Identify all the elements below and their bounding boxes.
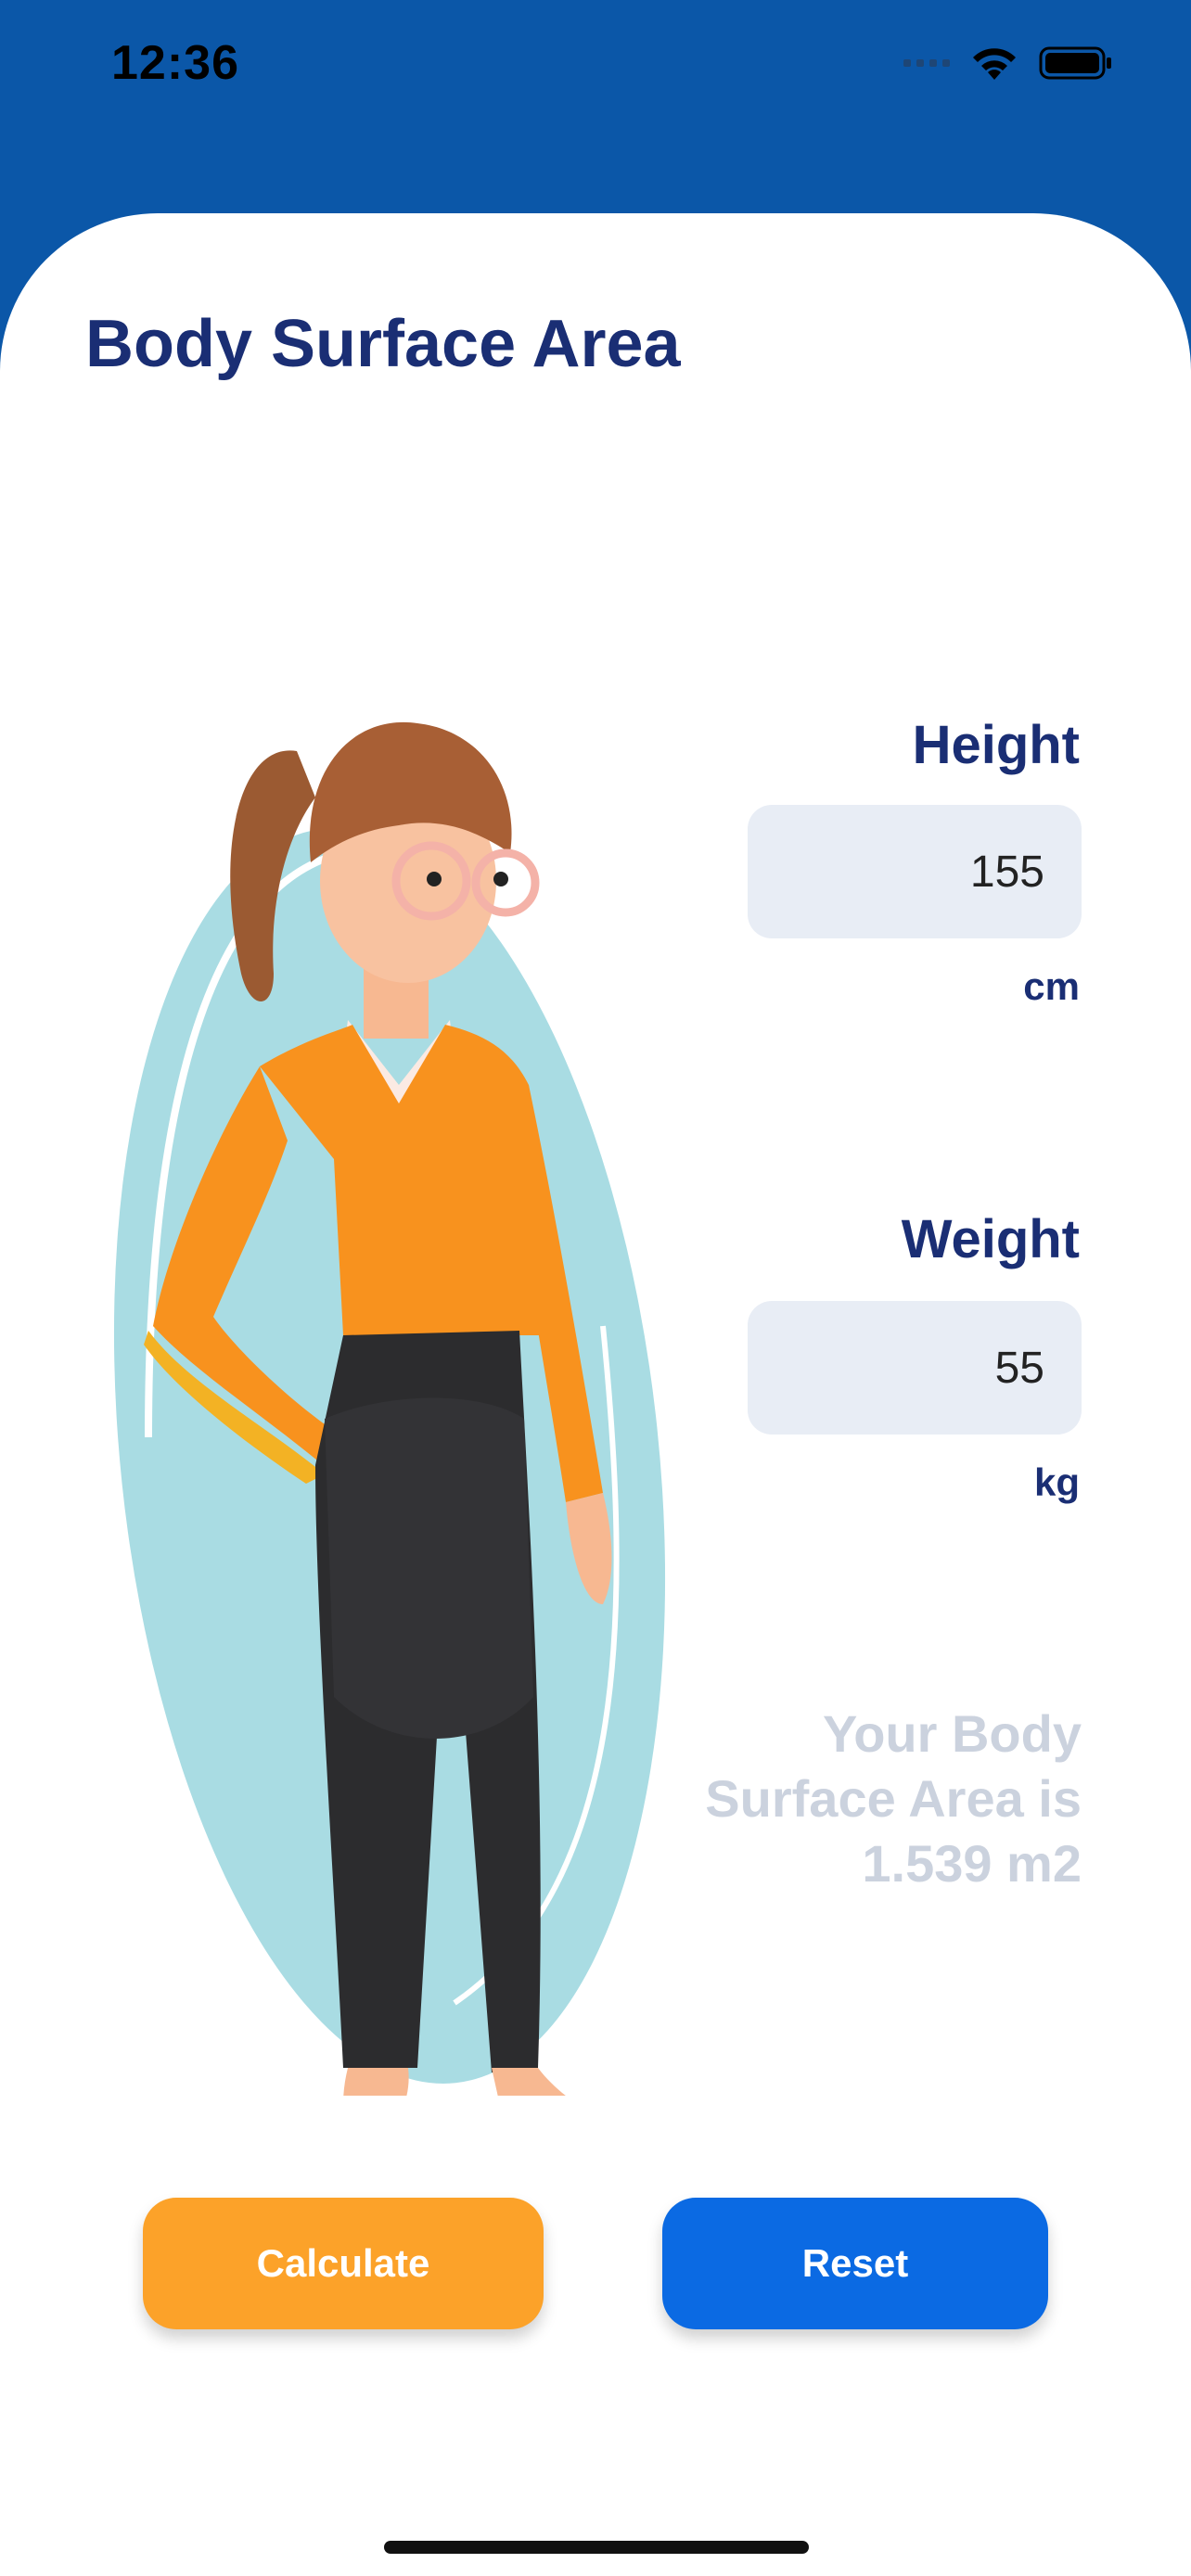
home-indicator [384, 2541, 809, 2554]
weight-label: Weight [901, 1209, 1080, 1269]
status-bar: 12:36 [0, 0, 1191, 139]
result-text: Your Body Surface Area is 1.539 m2 [705, 1704, 1082, 1893]
status-icons [903, 45, 1113, 82]
wifi-icon [970, 45, 1018, 82]
weight-input[interactable]: 55 [748, 1301, 1082, 1435]
reset-button[interactable]: Reset [662, 2198, 1048, 2329]
weight-unit: kg [1033, 1460, 1080, 1504]
woman-standing-illustration [111, 491, 686, 2162]
main-card: Body Surface Area Height 155 cm Weight 5… [0, 213, 1191, 2576]
height-input[interactable]: 155 [748, 805, 1082, 938]
status-time: 12:36 [111, 36, 239, 90]
height-label: Height [912, 715, 1080, 775]
page-title: Body Surface Area [85, 307, 681, 381]
battery-icon [1039, 45, 1113, 82]
height-unit: cm [1023, 964, 1080, 1008]
calculate-button[interactable]: Calculate [143, 2198, 544, 2329]
cellular-signal-icon [903, 59, 950, 67]
